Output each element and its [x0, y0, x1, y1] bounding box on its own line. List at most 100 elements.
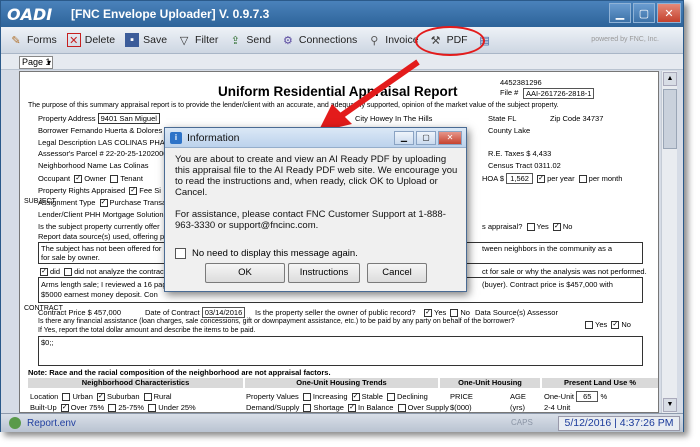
label: (yrs): [510, 403, 525, 412]
page-select[interactable]: Page 1: [19, 56, 53, 69]
connections-icon: ⚙: [282, 34, 293, 47]
date-contract-field[interactable]: 03/14/2016: [201, 307, 246, 318]
per-month-checkbox[interactable]: [578, 175, 587, 184]
increasing-checkbox[interactable]: [302, 393, 311, 402]
dont-show-again-checkbox[interactable]: No need to display this message again.: [175, 248, 358, 259]
dialog-maximize-button[interactable]: ▢: [416, 131, 436, 145]
yes-checkbox[interactable]: [526, 223, 535, 232]
scroll-thumb[interactable]: [663, 89, 677, 149]
not-performed-text: ct for sale or why the analysis was not …: [482, 267, 647, 276]
assist-amount: $0;;: [41, 338, 54, 347]
county-field[interactable]: Lake: [514, 126, 530, 135]
census-field[interactable]: 0311.02: [534, 161, 561, 170]
purchase-checkbox[interactable]: ✓: [99, 199, 108, 208]
information-dialog: i Information ▁ ▢ ✕ You are about to cre…: [164, 127, 467, 292]
rural-checkbox[interactable]: [143, 393, 152, 402]
label: Yes: [536, 222, 549, 231]
label: Purchase Transa: [109, 198, 167, 207]
parcel-field[interactable]: 22-20-25-1202000: [106, 149, 168, 158]
filter-button[interactable]: ▽ Filter: [175, 30, 220, 50]
stable-checkbox[interactable]: ✓: [351, 393, 360, 402]
send-button[interactable]: ⇪ Send: [226, 30, 273, 50]
financial-assist-text-2: If Yes, report the total dollar amount a…: [38, 327, 256, 334]
cancel-button[interactable]: Cancel: [367, 263, 427, 283]
label: Demand/Supply: [246, 403, 300, 412]
buyer-text: (buyer). Contract price is $457,000 with: [482, 280, 613, 289]
seller-no-checkbox[interactable]: [450, 309, 459, 318]
did-checkbox[interactable]: ✓: [40, 268, 48, 277]
checkbox-label: No need to display this message again.: [192, 248, 358, 259]
file-no[interactable]: AAI-261726-2818-1: [523, 88, 595, 99]
connections-button[interactable]: ⚙ Connections: [279, 30, 359, 50]
data-sources-field[interactable]: Assessor: [527, 308, 558, 317]
contract-price-field[interactable]: 457,000: [94, 308, 121, 317]
zip-field[interactable]: 34737: [583, 114, 604, 123]
city-field[interactable]: Howey In The Hills: [370, 114, 432, 123]
checkbox-box[interactable]: [175, 248, 186, 259]
one-unit-pct-field[interactable]: 65: [576, 391, 599, 402]
neighborhood-field[interactable]: Las Colinas: [109, 161, 148, 170]
label: Neighborhood Name: [38, 161, 108, 170]
financial-assist-text: Is there any financial assistance (loan …: [38, 318, 515, 325]
in-balance-checkbox[interactable]: ✓: [348, 404, 357, 412]
no-checkbox[interactable]: ✓: [552, 223, 561, 232]
legal-field[interactable]: LAS COLINAS PHA: [98, 138, 165, 147]
delete-button[interactable]: ✕ Delete: [65, 30, 117, 50]
status-datetime: 5/12/2016 | 4:37:26 PM: [558, 416, 680, 431]
dialog-message-2: For assistance, please contact FNC Custo…: [175, 209, 446, 231]
hoa-field[interactable]: 1,562: [506, 173, 533, 184]
lender-field[interactable]: PHH Mortgage Solution: [85, 210, 164, 219]
label: HOA $: [482, 174, 505, 183]
scroll-up-arrow-icon[interactable]: ▲: [663, 72, 677, 86]
owner-checkbox[interactable]: ✓: [74, 175, 83, 184]
25to75-checkbox[interactable]: [108, 404, 117, 412]
label: Rural: [153, 392, 172, 401]
label: per year: [547, 174, 575, 183]
assist-no-checkbox[interactable]: ✓: [611, 321, 620, 330]
did-not-checkbox[interactable]: [64, 268, 73, 277]
label: County: [488, 126, 512, 135]
under25-checkbox[interactable]: [148, 404, 157, 412]
scroll-down-arrow-icon[interactable]: ▼: [663, 398, 677, 412]
state-field[interactable]: FL: [508, 114, 517, 123]
label: No: [562, 222, 573, 231]
close-button[interactable]: ✕: [657, 3, 681, 23]
suburban-checkbox[interactable]: ✓: [96, 393, 105, 402]
app-logo: OADI: [7, 4, 53, 24]
save-button[interactable]: ▪ Save: [123, 30, 169, 50]
minimize-button[interactable]: ▁: [609, 3, 631, 23]
declining-checkbox[interactable]: [386, 393, 395, 402]
over75-checkbox[interactable]: ✓: [60, 404, 69, 412]
label: Assessor's Parcel #: [38, 149, 104, 158]
over-supply-checkbox[interactable]: [397, 404, 406, 412]
urban-checkbox[interactable]: [62, 393, 71, 402]
borrower-field[interactable]: Fernando Huerta & Dolores: [71, 126, 163, 135]
assist-yes-checkbox[interactable]: [585, 321, 593, 330]
powered-by-text: powered by FNC, Inc.: [591, 36, 659, 43]
dialog-message-1: You are about to create and view an AI R…: [175, 154, 458, 198]
instructions-button[interactable]: Instructions: [288, 263, 360, 283]
label: Property Values: [246, 392, 299, 401]
nbhd-char-header: Neighborhood Characteristics: [28, 378, 243, 388]
fee-simple-checkbox[interactable]: ✓: [129, 187, 138, 196]
vertical-scrollbar[interactable]: ▲ ▼: [661, 71, 677, 413]
per-year-checkbox[interactable]: ✓: [537, 175, 546, 184]
status-file[interactable]: Report.env: [9, 417, 76, 429]
tenant-checkbox[interactable]: [110, 175, 119, 184]
invoice-button[interactable]: ⚲ Invoice: [365, 30, 420, 50]
assist-amount-box[interactable]: [38, 336, 643, 366]
seller-yes-checkbox[interactable]: ✓: [424, 309, 432, 318]
dialog-minimize-button[interactable]: ▁: [394, 131, 414, 145]
dialog-close-button[interactable]: ✕: [438, 131, 462, 145]
label: Borrower: [38, 126, 69, 135]
property-address-field[interactable]: 9401 San Miguel: [97, 113, 160, 124]
ok-button[interactable]: OK: [205, 263, 285, 283]
forms-button[interactable]: ✎ Forms: [7, 30, 59, 50]
label: Assignment Type: [38, 198, 96, 207]
send-icon: ⇪: [230, 34, 240, 47]
maximize-button[interactable]: ▢: [633, 3, 655, 23]
shortage-checkbox[interactable]: [303, 404, 312, 412]
pencil-icon: ✎: [11, 34, 21, 47]
taxes-field[interactable]: 4,433: [532, 149, 551, 158]
caps-indicator: CAPS: [511, 418, 533, 427]
